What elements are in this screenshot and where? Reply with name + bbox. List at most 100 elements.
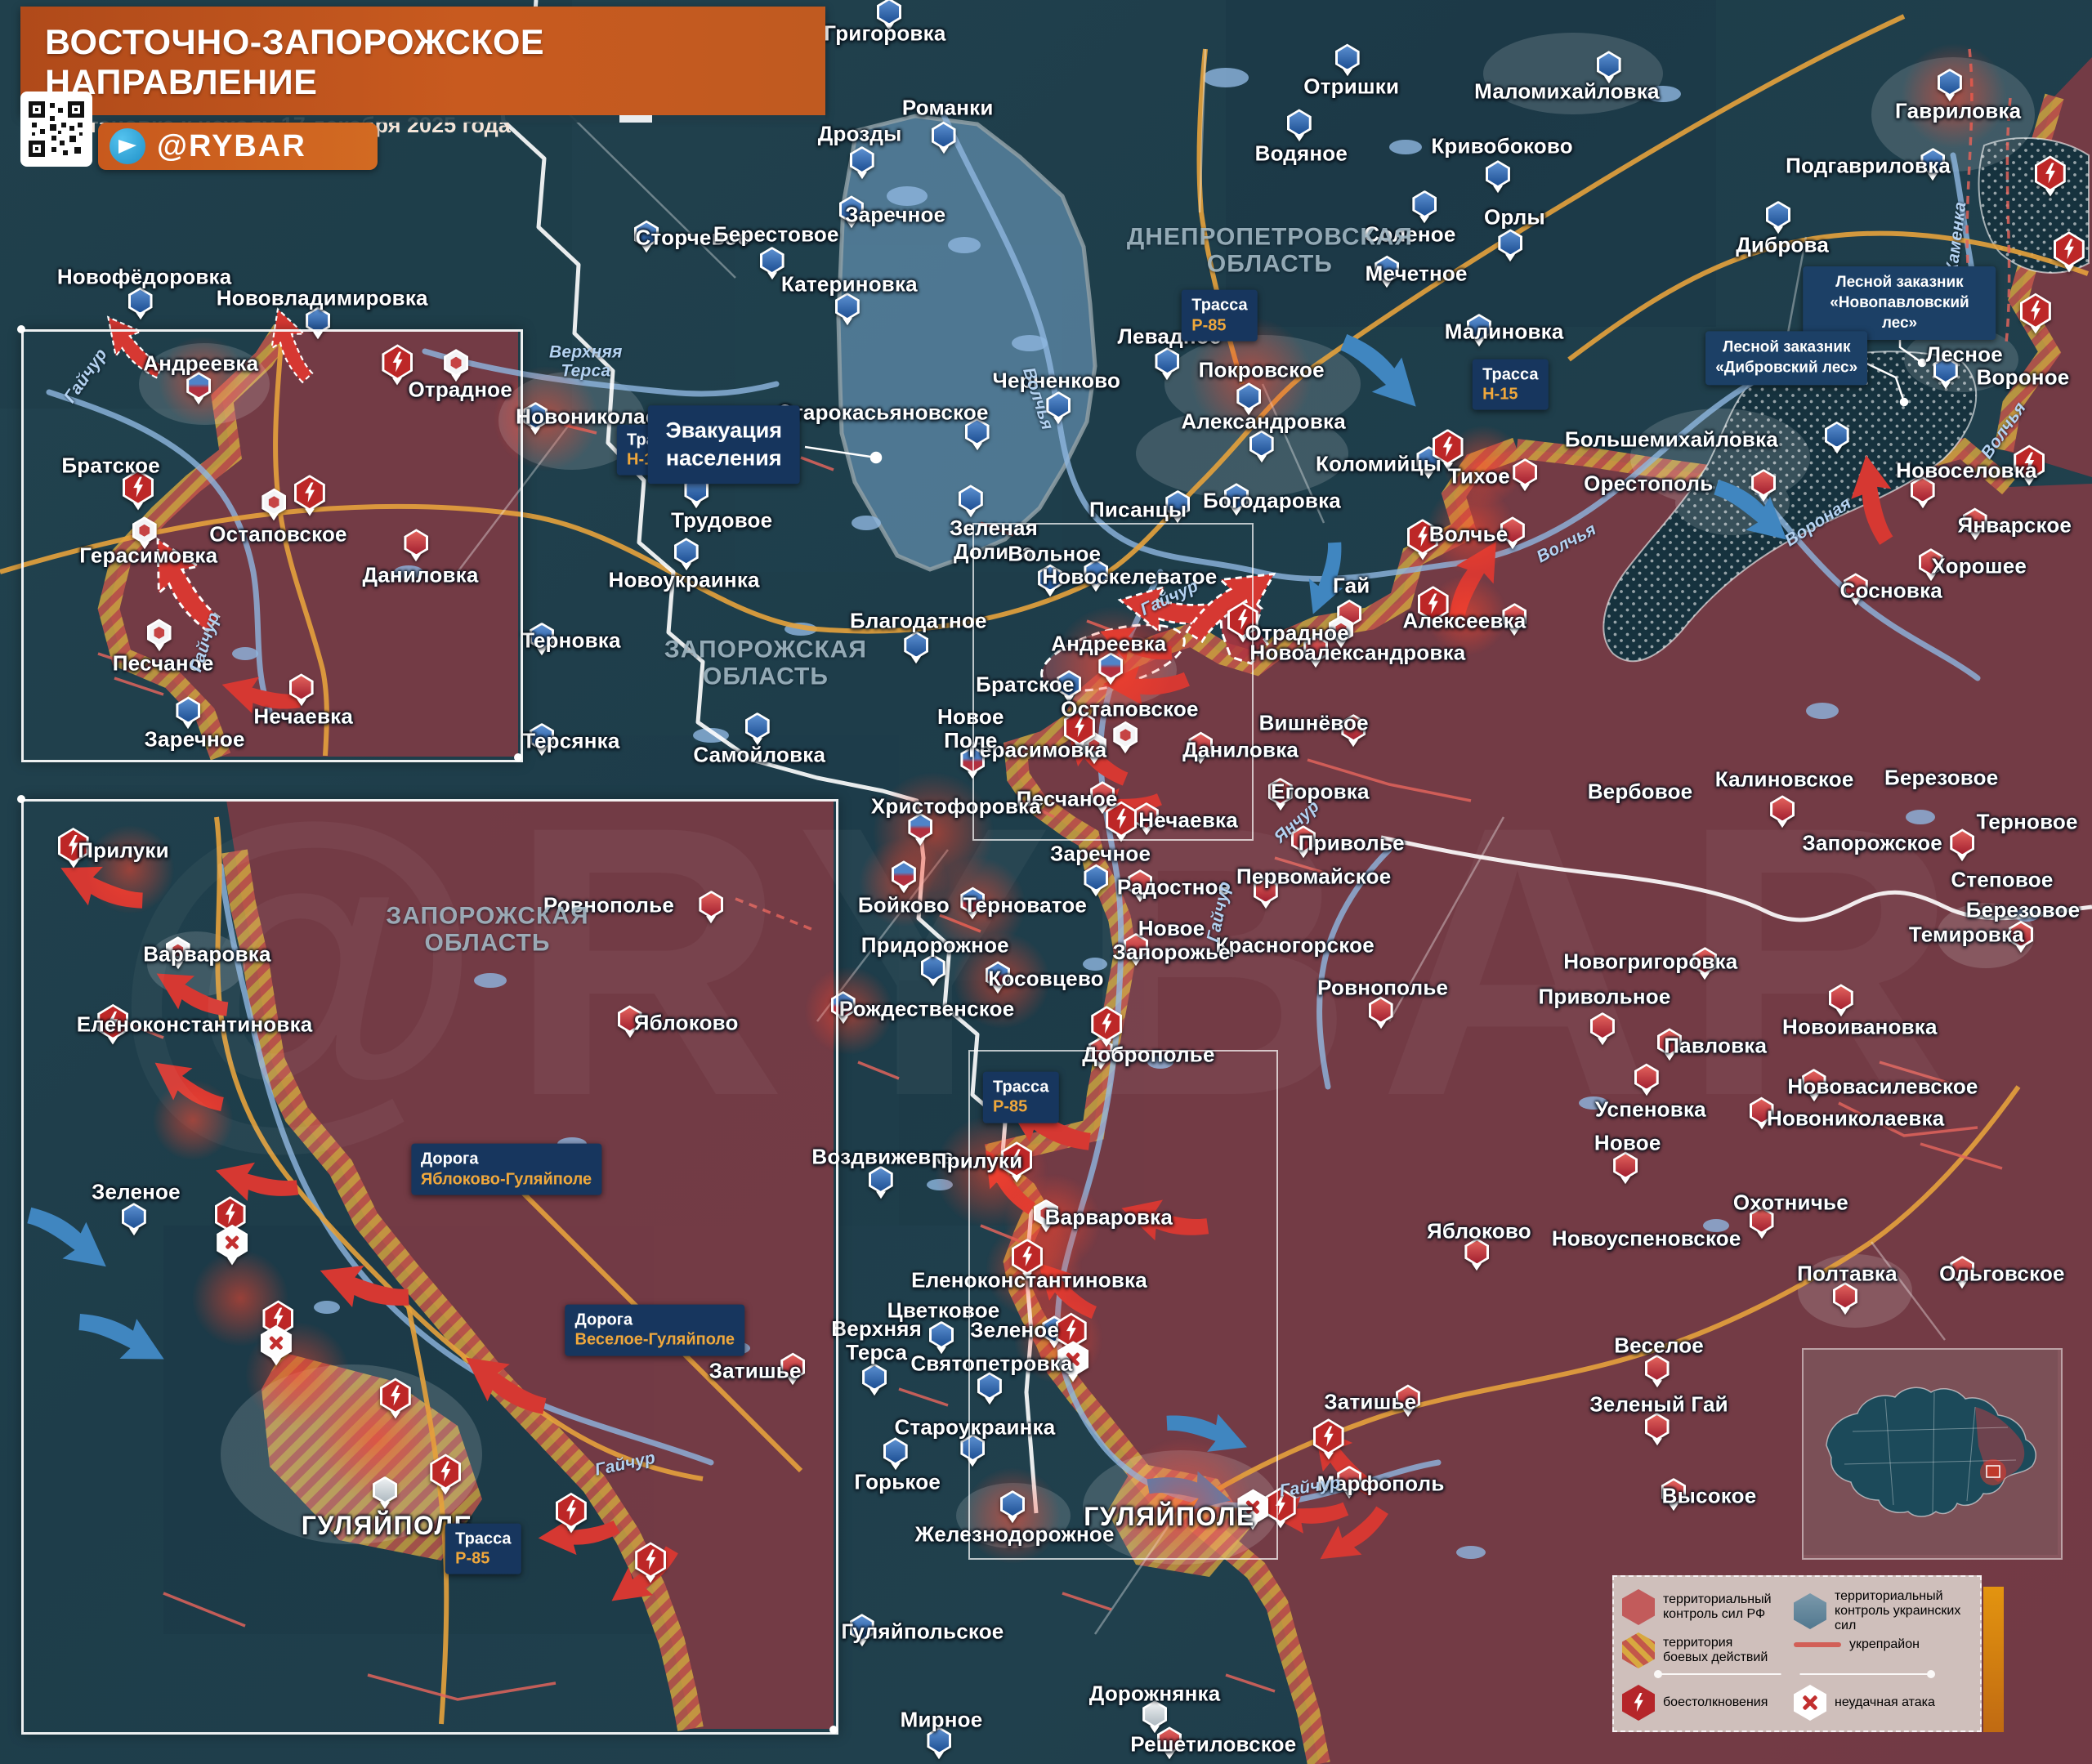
settlement-label: Павловка bbox=[1664, 1033, 1768, 1058]
settlement-label: Новоалександровка bbox=[1249, 640, 1466, 665]
settlement-marker-blue bbox=[883, 1437, 908, 1466]
settlement-label: Новогригоровка bbox=[1563, 949, 1738, 974]
settlement-marker-blue bbox=[1249, 430, 1274, 458]
settlement-marker-blue bbox=[931, 121, 956, 150]
settlement-marker-blue bbox=[920, 953, 945, 982]
settlement-marker-red bbox=[1634, 1063, 1659, 1092]
title-underline bbox=[20, 115, 825, 123]
settlement-label: Заречное bbox=[1049, 841, 1151, 866]
settlement-marker-blue bbox=[929, 1320, 954, 1349]
settlement-marker-blue bbox=[1498, 229, 1523, 257]
settlement-label: Нововладимировка bbox=[216, 285, 428, 310]
frame-dot bbox=[829, 1726, 838, 1734]
settlement-label: Темировка bbox=[1908, 922, 2024, 947]
map-title: ВОСТОЧНО-ЗАПОРОЖСКОЕ НАПРАВЛЕНИЕ bbox=[45, 23, 545, 102]
settlement-marker-blue bbox=[744, 712, 770, 740]
settlement-marker-blue bbox=[1084, 864, 1109, 892]
settlement-label: Терсянка bbox=[522, 728, 620, 753]
road-badge: Трасса Р-85 bbox=[1182, 290, 1258, 342]
inset-frame-gulyaypole bbox=[21, 799, 838, 1735]
settlement-label: Мирное bbox=[900, 1707, 983, 1732]
road-badge: ТрассаН-15 bbox=[1473, 359, 1549, 411]
settlement-label: Гавриловка bbox=[1895, 98, 2022, 123]
settlement-label: Полтавка bbox=[1797, 1261, 1898, 1286]
settlement-label: Ровнополье bbox=[1317, 975, 1449, 1000]
settlement-label: Черненково bbox=[992, 368, 1121, 393]
legend-label-rf: территориальный контроль сил РФ bbox=[1663, 1592, 1772, 1621]
settlement-label: Сосновка bbox=[1839, 578, 1942, 603]
source-rect-andreevka bbox=[972, 523, 1254, 841]
river-label: Каменка bbox=[1942, 201, 1970, 275]
forest-reserve-callout: Лесной заказник «Дибровский лес» bbox=[1705, 331, 1868, 385]
settlement-marker-blue bbox=[862, 1363, 887, 1391]
settlement-marker-red bbox=[1644, 1413, 1670, 1441]
settlement-label: Терновое bbox=[1976, 809, 2078, 834]
settlement-label: Тихое bbox=[1447, 463, 1510, 489]
settlement-label: Алексеевка bbox=[1402, 608, 1527, 633]
settlement-label: Большемихайловка bbox=[1564, 426, 1778, 452]
settlement-marker-red bbox=[1613, 1151, 1638, 1180]
settlement-label: Новониколаевка bbox=[1766, 1105, 1945, 1131]
ukraine-minimap-svg bbox=[1804, 1350, 2058, 1555]
title-underline-tick bbox=[619, 115, 652, 123]
legend-fortline-icon bbox=[1794, 1642, 1841, 1647]
settlement-label: Верхняя Терса bbox=[831, 1315, 922, 1364]
settlement-label: Горькое bbox=[854, 1468, 941, 1494]
settlement-marker-blue bbox=[1485, 160, 1510, 189]
legend-divider bbox=[1654, 1670, 1935, 1678]
settlement-label: Высокое bbox=[1661, 1483, 1757, 1508]
telegram-icon bbox=[110, 128, 145, 164]
settlement-label: Привольное bbox=[1538, 984, 1671, 1009]
ukraine-minimap bbox=[1802, 1348, 2063, 1560]
river-label: Верхняя Терса bbox=[548, 342, 623, 381]
river-label: Волчья bbox=[1534, 520, 1600, 567]
legend-label-fort: укрепрайон bbox=[1849, 1637, 1920, 1651]
combat-icon bbox=[2053, 231, 2085, 268]
inset-frame-andreevka bbox=[21, 329, 523, 762]
settlement-label: Бойково bbox=[857, 892, 950, 918]
settlement-label: Лесное bbox=[1925, 342, 2003, 367]
settlement-label: Благодатное bbox=[850, 608, 987, 633]
settlement-label: Гай bbox=[1333, 573, 1370, 598]
settlement-label: Маломихайловка bbox=[1474, 78, 1660, 104]
settlement-marker-red bbox=[1751, 468, 1777, 497]
river-label: Гайчур bbox=[1277, 1473, 1342, 1501]
settlement-label: Январское bbox=[1957, 512, 2072, 538]
forest-reserve-callout: Лесной заказник «Новопавловский лес» bbox=[1803, 266, 1996, 341]
settlement-label: Нововасилевское bbox=[1787, 1074, 1978, 1099]
settlement-label: Березовое bbox=[1965, 897, 2081, 922]
settlement-label: Трудовое bbox=[671, 507, 773, 533]
qr-pattern bbox=[27, 100, 86, 159]
settlement-label: Придорожное bbox=[860, 932, 1009, 958]
settlement-label: Катериновка bbox=[780, 271, 918, 297]
settlement-label: Красногорское bbox=[1215, 932, 1375, 958]
settlement-marker-blue bbox=[1412, 190, 1437, 218]
settlement-label: Степовое bbox=[1951, 867, 2054, 892]
settlement-label: Затишье bbox=[1324, 1389, 1417, 1414]
settlement-marker-red bbox=[1368, 996, 1393, 1025]
focus-area-marker bbox=[1986, 1465, 2000, 1478]
settlement-label: Григоровка bbox=[824, 20, 946, 46]
settlement-label: Малиновка bbox=[1444, 319, 1564, 344]
settlement-label: Писанцы bbox=[1089, 497, 1187, 522]
settlement-label: Заречное bbox=[845, 202, 946, 227]
settlement-label: Вороное bbox=[1976, 364, 2070, 390]
settlement-marker-blue bbox=[834, 293, 860, 321]
settlement-label: Решетиловское bbox=[1130, 1731, 1297, 1757]
region-label: ЗАПОРОЖСКАЯ ОБЛАСТЬ bbox=[664, 636, 867, 690]
settlement-marker-blue bbox=[759, 246, 784, 275]
settlement-label: Хорошее bbox=[1931, 553, 2027, 578]
settlement-label: Отришки bbox=[1303, 74, 1400, 99]
settlement-marker-blue bbox=[958, 485, 983, 513]
settlement-label: Александровка bbox=[1181, 409, 1346, 434]
settlement-label: Косовцево bbox=[988, 966, 1104, 991]
settlement-label: Водяное bbox=[1254, 141, 1348, 166]
settlement-label: Диброва bbox=[1736, 232, 1830, 257]
legend-accent-bar bbox=[1983, 1587, 2004, 1732]
legend-rf-hex-icon bbox=[1622, 1589, 1655, 1625]
settlement-marker-blue bbox=[1286, 109, 1312, 137]
settlement-label: Березовое bbox=[1884, 765, 1999, 790]
river-label: Вороная bbox=[1781, 493, 1855, 551]
legend-bolt-hex-icon bbox=[1622, 1685, 1655, 1721]
settlement-marker-red bbox=[1589, 1012, 1615, 1040]
